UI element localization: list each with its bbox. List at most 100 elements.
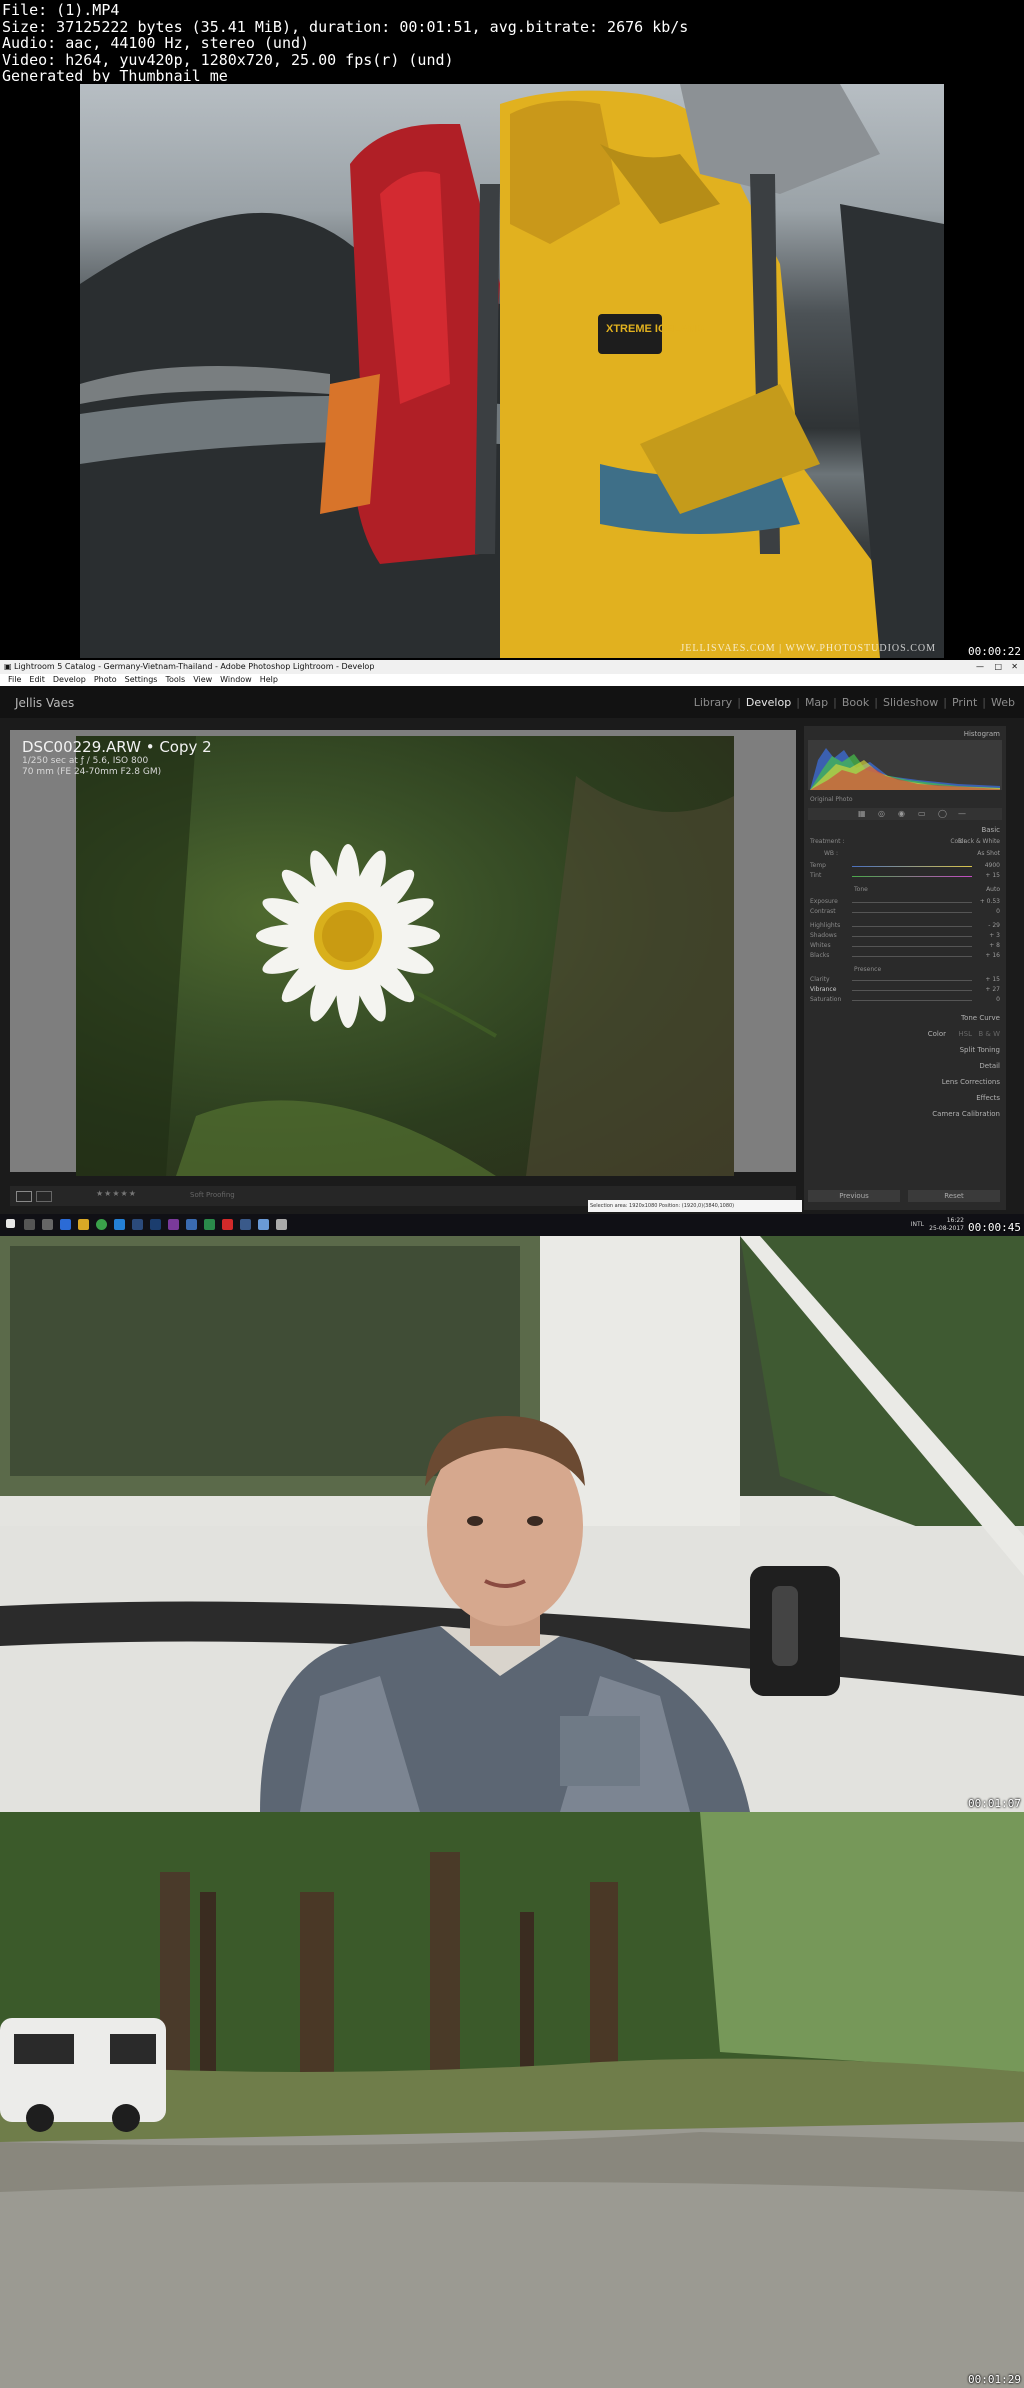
folder-icon[interactable]: [78, 1219, 89, 1230]
reset-button[interactable]: Reset: [908, 1190, 1000, 1202]
star-rating[interactable]: ★★★★★: [96, 1189, 137, 1198]
app-icon-5[interactable]: [258, 1219, 269, 1230]
window-titlebar: ▣ Lightroom 5 Catalog - Germany-Vietnam-…: [0, 660, 1024, 674]
module-web[interactable]: Web: [991, 696, 1015, 709]
wb-value[interactable]: As Shot: [977, 850, 1000, 857]
histogram-graph: [808, 740, 1002, 790]
maximize-icon[interactable]: □: [994, 660, 1002, 674]
slider-whites[interactable]: [852, 946, 972, 947]
treatment-bw[interactable]: Black & White: [958, 838, 1000, 845]
start-icon[interactable]: [6, 1219, 15, 1228]
file-info-header: File: (1).MP4 Size: 37125222 bytes (35.4…: [0, 0, 1024, 84]
app-icon-1[interactable]: [186, 1219, 197, 1230]
crop-tool-icon[interactable]: ▦: [858, 809, 866, 818]
previous-button[interactable]: Previous: [808, 1190, 900, 1202]
tone-curve-header[interactable]: Tone Curve: [961, 1014, 1000, 1022]
timestamp-1: 00:00:22: [968, 645, 1021, 658]
search-icon[interactable]: [24, 1219, 35, 1230]
hsl-tab[interactable]: HSL: [958, 1030, 972, 1038]
photoshop-icon[interactable]: [150, 1219, 161, 1230]
menu-view[interactable]: View: [193, 675, 212, 684]
graduated-filter-icon[interactable]: ▭: [918, 809, 926, 818]
menu-edit[interactable]: Edit: [29, 675, 45, 684]
jacket-badge-text: XTREME ICELAND: [606, 323, 704, 335]
taskbar-clock[interactable]: 16:22 25-08-2017: [929, 1217, 964, 1233]
bw-tab[interactable]: B & W: [978, 1030, 1000, 1038]
slider-saturation[interactable]: [852, 1000, 972, 1001]
radial-filter-icon[interactable]: ◯: [938, 809, 947, 818]
loupe-view-icon[interactable]: [16, 1191, 32, 1202]
close-icon[interactable]: ✕: [1011, 660, 1018, 674]
slider-shadows[interactable]: [852, 936, 972, 937]
slider-clarity[interactable]: [852, 980, 972, 981]
clock-time: 16:22: [946, 1217, 964, 1224]
file-line: File: (1).MP4: [2, 1, 120, 19]
app-icon-3[interactable]: [222, 1219, 233, 1230]
menu-settings[interactable]: Settings: [125, 675, 158, 684]
video-line: Video: h264, yuv420p, 1280x720, 25.00 fp…: [2, 50, 454, 69]
module-print[interactable]: Print: [952, 696, 977, 709]
slider-clarity-value: + 15: [985, 976, 1000, 983]
red-eye-icon[interactable]: ◉: [898, 809, 905, 818]
premiere-icon[interactable]: [168, 1219, 179, 1230]
adjustment-brush-icon[interactable]: —: [958, 809, 966, 818]
tone-label: Tone: [854, 886, 868, 893]
soft-proofing-label[interactable]: Soft Proofing: [190, 1191, 235, 1199]
slider-tint[interactable]: [852, 876, 972, 877]
timestamp-2: 00:00:45: [968, 1221, 1021, 1234]
module-map[interactable]: Map: [805, 696, 828, 709]
task-view-icon[interactable]: [42, 1219, 53, 1230]
right-panel: Histogram Original Photo ▦ ◎ ◉ ▭ ◯ — Bas…: [804, 726, 1006, 1210]
menu-help[interactable]: Help: [260, 675, 278, 684]
slider-blacks-label: Blacks: [810, 952, 830, 959]
module-library[interactable]: Library: [694, 696, 732, 709]
histogram-header[interactable]: Histogram: [964, 730, 1000, 738]
effects-header[interactable]: Effects: [976, 1094, 1000, 1102]
menu-develop[interactable]: Develop: [53, 675, 86, 684]
slider-vibrance[interactable]: [852, 990, 972, 991]
slider-temp[interactable]: [852, 866, 972, 867]
minimize-icon[interactable]: —: [976, 660, 984, 674]
photo-info-overlay: DSC00229.ARW • Copy 2 1/250 sec at ƒ / 5…: [22, 738, 212, 778]
slider-shadows-label: Shadows: [810, 932, 837, 939]
slider-highlights[interactable]: [852, 926, 972, 927]
detail-header[interactable]: Detail: [979, 1062, 1000, 1070]
basic-header[interactable]: Basic: [981, 826, 1000, 834]
explorer-icon[interactable]: [60, 1219, 71, 1230]
tone-auto[interactable]: Auto: [986, 886, 1000, 893]
split-toning-header[interactable]: Split Toning: [960, 1046, 1000, 1054]
color-header[interactable]: Color: [928, 1030, 946, 1038]
daisy-photo[interactable]: [76, 736, 734, 1176]
app-icon-2[interactable]: [204, 1219, 215, 1230]
menu-window[interactable]: Window: [220, 675, 252, 684]
app-icon-6[interactable]: [276, 1219, 287, 1230]
module-slideshow[interactable]: Slideshow: [883, 696, 938, 709]
menu-file[interactable]: File: [8, 675, 21, 684]
spot-removal-icon[interactable]: ◎: [878, 809, 885, 818]
menu-photo[interactable]: Photo: [94, 675, 117, 684]
window-title: Lightroom 5 Catalog - Germany-Vietnam-Th…: [14, 662, 375, 671]
slider-contrast[interactable]: [852, 912, 972, 913]
slider-blacks[interactable]: [852, 956, 972, 957]
video-frame-3-presenter: 00:01:07: [0, 1236, 1024, 1812]
lens-corrections-header[interactable]: Lens Corrections: [942, 1078, 1000, 1086]
module-book[interactable]: Book: [842, 696, 869, 709]
slider-saturation-label: Saturation: [810, 996, 842, 1003]
lightroom-icon[interactable]: [132, 1219, 143, 1230]
wb-label: WB :: [824, 850, 838, 857]
camera-calibration-header[interactable]: Camera Calibration: [932, 1110, 1000, 1118]
size-line: Size: 37125222 bytes (35.41 MiB), durati…: [2, 17, 689, 36]
before-after-icon[interactable]: [36, 1191, 52, 1202]
slider-exposure-value: + 0.53: [979, 898, 1000, 905]
menu-tools[interactable]: Tools: [165, 675, 185, 684]
chrome-icon[interactable]: [96, 1219, 107, 1230]
app-icon-4[interactable]: [240, 1219, 251, 1230]
language-indicator[interactable]: INTL: [911, 1221, 924, 1228]
slider-exposure[interactable]: [852, 902, 972, 903]
store-icon[interactable]: [114, 1219, 125, 1230]
module-develop[interactable]: Develop: [746, 696, 791, 709]
module-header: Jellis Vaes Library | Develop | Map | Book | Sli…: [0, 686, 1024, 718]
slider-saturation-value: 0: [996, 996, 1000, 1003]
photo-filename: DSC00229.ARW • Copy 2: [22, 738, 212, 756]
daisy-illustration: [76, 736, 734, 1176]
